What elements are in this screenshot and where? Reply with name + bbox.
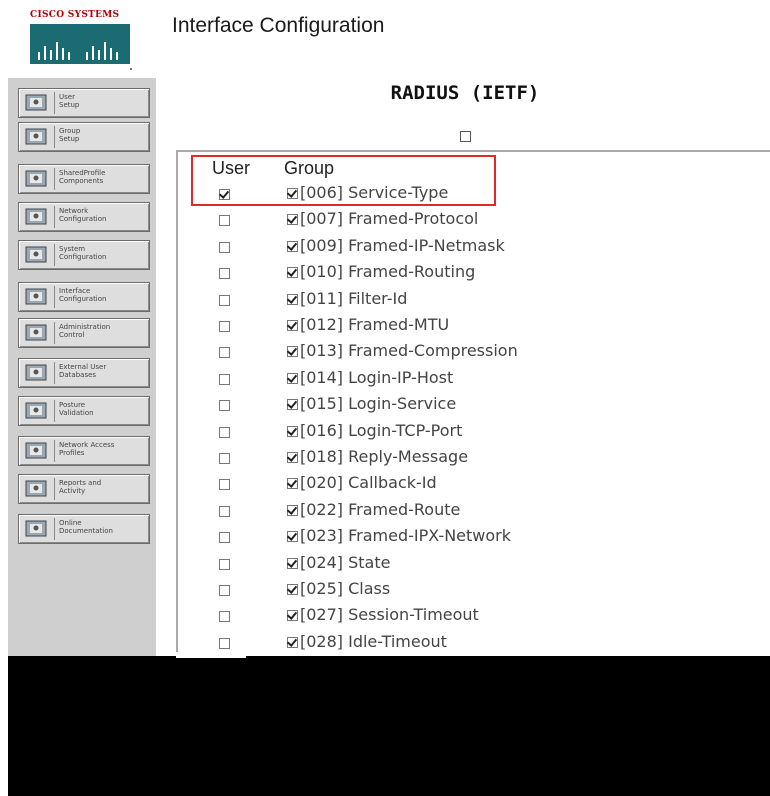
group-setup-icon bbox=[23, 126, 51, 148]
attribute-label: [027] Session-Timeout bbox=[300, 605, 479, 624]
nav-separator bbox=[54, 92, 55, 114]
group-checkbox[interactable] bbox=[287, 294, 298, 305]
attribute-label: [018] Reply-Message bbox=[300, 447, 469, 466]
attribute-row: [011] Filter-Id bbox=[0, 288, 770, 314]
attribute-row: [007] Framed-Protocol bbox=[0, 208, 770, 234]
user-checkbox[interactable] bbox=[219, 400, 230, 411]
logo-brand-text: Cisco Systems bbox=[30, 10, 120, 20]
nav-label: Group Setup bbox=[59, 127, 81, 143]
user-checkbox[interactable] bbox=[219, 559, 230, 570]
attribute-row: [012] Framed-MTU bbox=[0, 314, 770, 340]
attribute-label: [024] State bbox=[300, 553, 391, 572]
user-checkbox[interactable] bbox=[219, 532, 230, 543]
attribute-row: [009] Framed-IP-Netmask bbox=[0, 235, 770, 261]
group-checkbox[interactable] bbox=[287, 478, 298, 489]
user-checkbox[interactable] bbox=[219, 321, 230, 332]
attribute-label: [012] Framed-MTU bbox=[300, 315, 450, 334]
logo-bars-icon bbox=[30, 24, 130, 64]
attribute-label: [010] Framed-Routing bbox=[300, 262, 476, 281]
group-checkbox[interactable] bbox=[287, 531, 298, 542]
black-cover-bar bbox=[8, 656, 770, 796]
attribute-label: [020] Callback-Id bbox=[300, 473, 437, 492]
user-checkbox[interactable] bbox=[219, 427, 230, 438]
attribute-row: [016] Login-TCP-Port bbox=[0, 420, 770, 446]
attribute-label: [014] Login-IP-Host bbox=[300, 368, 454, 387]
attribute-row: [014] Login-IP-Host bbox=[0, 367, 770, 393]
group-checkbox[interactable] bbox=[287, 214, 298, 225]
cisco-logo: Cisco Systems bbox=[30, 10, 140, 74]
nav-button[interactable]: Group Setup bbox=[18, 122, 150, 152]
attribute-row: [028] Idle-Timeout bbox=[0, 631, 770, 657]
attribute-label: [016] Login-TCP-Port bbox=[300, 421, 463, 440]
group-checkbox[interactable] bbox=[287, 373, 298, 384]
panel-notch bbox=[176, 652, 246, 658]
user-checkbox[interactable] bbox=[219, 295, 230, 306]
group-checkbox[interactable] bbox=[287, 610, 298, 621]
attribute-label: [009] Framed-IP-Netmask bbox=[300, 236, 505, 255]
user-setup-icon bbox=[23, 92, 51, 114]
attribute-label: [023] Framed-IPX-Network bbox=[300, 526, 511, 545]
top-checkbox[interactable] bbox=[460, 131, 471, 142]
attribute-row: [023] Framed-IPX-Network bbox=[0, 525, 770, 551]
group-checkbox[interactable] bbox=[287, 346, 298, 357]
group-checkbox[interactable] bbox=[287, 452, 298, 463]
user-checkbox[interactable] bbox=[219, 479, 230, 490]
group-checkbox[interactable] bbox=[287, 267, 298, 278]
attribute-row: [024] State bbox=[0, 552, 770, 578]
attribute-label: [022] Framed-Route bbox=[300, 500, 461, 519]
group-checkbox[interactable] bbox=[287, 399, 298, 410]
attribute-row: [020] Callback-Id bbox=[0, 472, 770, 498]
user-checkbox[interactable] bbox=[219, 268, 230, 279]
attribute-row: [027] Session-Timeout bbox=[0, 604, 770, 630]
logo-dot bbox=[130, 68, 132, 70]
user-checkbox[interactable] bbox=[219, 374, 230, 385]
user-checkbox[interactable] bbox=[219, 585, 230, 596]
user-checkbox[interactable] bbox=[219, 347, 230, 358]
group-checkbox[interactable] bbox=[287, 558, 298, 569]
group-checkbox[interactable] bbox=[287, 637, 298, 648]
user-checkbox[interactable] bbox=[219, 242, 230, 253]
user-checkbox[interactable] bbox=[219, 638, 230, 649]
attribute-label: [011] Filter-Id bbox=[300, 289, 408, 308]
group-checkbox[interactable] bbox=[287, 584, 298, 595]
attribute-label: [015] Login-Service bbox=[300, 394, 457, 413]
page-title: Interface Configuration bbox=[172, 14, 385, 37]
attribute-label: [025] Class bbox=[300, 579, 391, 598]
group-checkbox[interactable] bbox=[287, 505, 298, 516]
group-checkbox[interactable] bbox=[287, 320, 298, 331]
attribute-label: [028] Idle-Timeout bbox=[300, 632, 447, 651]
attribute-label: [013] Framed-Compression bbox=[300, 341, 518, 360]
attribute-label: [007] Framed-Protocol bbox=[300, 209, 479, 228]
user-checkbox[interactable] bbox=[219, 453, 230, 464]
attribute-row: [025] Class bbox=[0, 578, 770, 604]
attribute-row: [022] Framed-Route bbox=[0, 499, 770, 525]
attribute-row: [018] Reply-Message bbox=[0, 446, 770, 472]
user-checkbox[interactable] bbox=[219, 215, 230, 226]
nav-button[interactable]: User Setup bbox=[18, 88, 150, 118]
group-checkbox[interactable] bbox=[287, 241, 298, 252]
group-checkbox[interactable] bbox=[287, 426, 298, 437]
attribute-row: [013] Framed-Compression bbox=[0, 340, 770, 366]
highlight-box bbox=[191, 155, 496, 206]
user-checkbox[interactable] bbox=[219, 506, 230, 517]
attribute-row: [015] Login-Service bbox=[0, 393, 770, 419]
nav-label: User Setup bbox=[59, 93, 80, 109]
nav-separator bbox=[54, 126, 55, 148]
attribute-row: [010] Framed-Routing bbox=[0, 261, 770, 287]
user-checkbox[interactable] bbox=[219, 611, 230, 622]
section-heading: RADIUS (IETF) bbox=[390, 82, 540, 104]
